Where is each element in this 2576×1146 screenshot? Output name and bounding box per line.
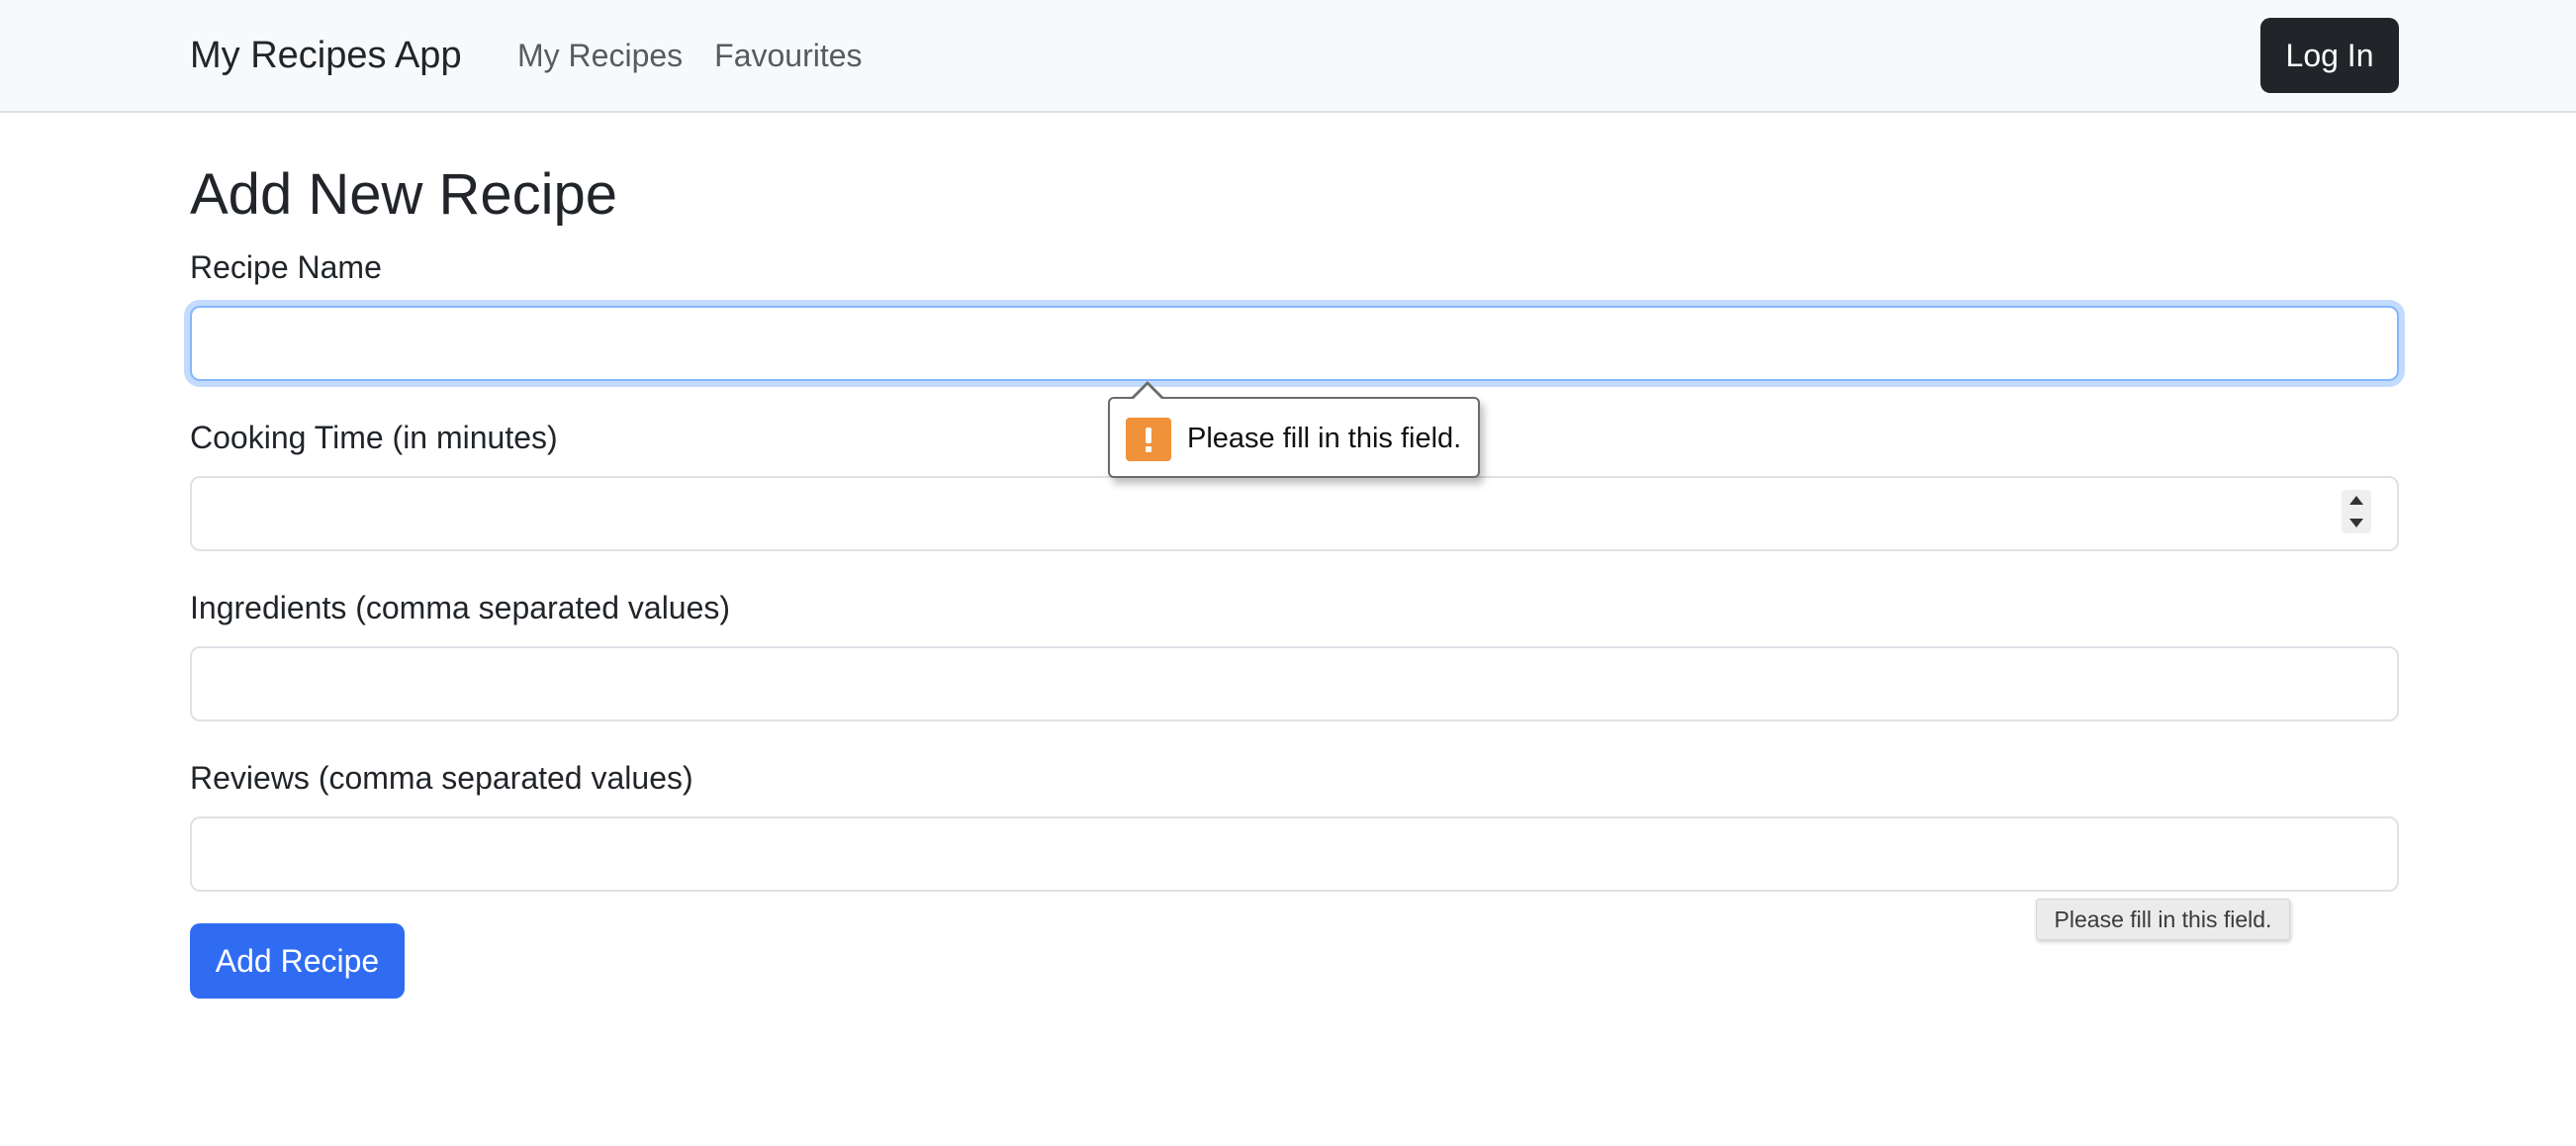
- tooltip: Please fill in this field.: [2036, 899, 2290, 940]
- reviews-input[interactable]: [190, 816, 2399, 892]
- navbar: My Recipes App My Recipes Favourites Log…: [0, 0, 2576, 113]
- number-spinner[interactable]: [2342, 490, 2371, 533]
- cooking-time-label: Cooking Time (in minutes): [190, 420, 558, 455]
- recipe-name-input[interactable]: [190, 306, 2399, 381]
- reviews-label: Reviews (comma separated values): [190, 760, 693, 796]
- page-title: Add New Recipe: [190, 162, 617, 227]
- login-button[interactable]: Log In: [2260, 18, 2399, 93]
- spinner-down-icon[interactable]: [2349, 519, 2363, 527]
- spinner-up-icon[interactable]: [2349, 496, 2363, 505]
- add-recipe-button[interactable]: Add Recipe: [190, 923, 405, 999]
- recipe-name-label: Recipe Name: [190, 249, 382, 285]
- ingredients-label: Ingredients (comma separated values): [190, 590, 731, 625]
- validation-message: Please fill in this field.: [1187, 423, 1462, 454]
- ingredients-input[interactable]: [190, 646, 2399, 721]
- brand-link[interactable]: My Recipes App: [190, 30, 462, 81]
- warning-icon: [1126, 418, 1171, 461]
- nav-link-my-recipes[interactable]: My Recipes: [517, 32, 683, 79]
- validation-bubble: Please fill in this field.: [1108, 381, 1480, 478]
- nav-link-favourites[interactable]: Favourites: [714, 32, 862, 79]
- cooking-time-input[interactable]: [190, 476, 2399, 551]
- nav-links: My Recipes Favourites: [517, 32, 863, 79]
